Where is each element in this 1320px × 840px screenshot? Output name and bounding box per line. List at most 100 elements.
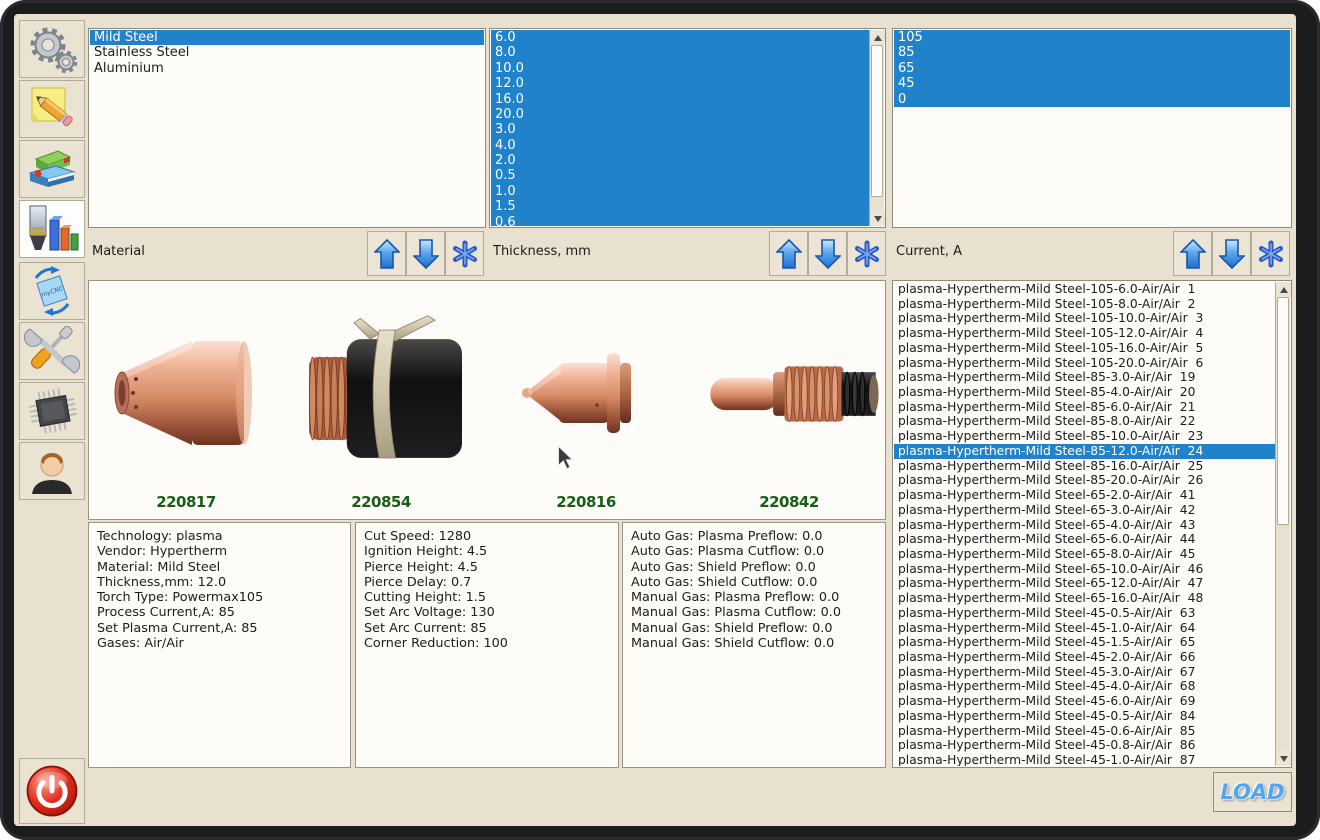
list-item[interactable]: plasma-Hypertherm-Mild Steel-65-2.0-Air/…	[894, 488, 1275, 503]
list-item[interactable]: 0.6	[491, 214, 869, 226]
thickness-down-button[interactable]	[808, 231, 847, 276]
material-select-all-button[interactable]	[445, 231, 484, 276]
list-item[interactable]: Aluminium	[90, 61, 484, 76]
list-item[interactable]: plasma-Hypertherm-Mild Steel-45-0.6-Air/…	[894, 724, 1275, 739]
list-item[interactable]: Mild Steel	[90, 30, 484, 46]
list-item[interactable]: plasma-Hypertherm-Mild Steel-45-2.0-Air/…	[894, 650, 1275, 665]
list-item[interactable]: plasma-Hypertherm-Mild Steel-85-10.0-Air…	[894, 429, 1275, 444]
info-line: Manual Gas: Shield Preflow: 0.0	[631, 620, 833, 636]
list-item[interactable]: 65	[894, 60, 1290, 77]
part-image-electrode	[710, 365, 879, 423]
list-item[interactable]: plasma-Hypertherm-Mild Steel-105-20.0-Ai…	[894, 356, 1275, 371]
sidebar-item-rotate-mycnc[interactable]: myCNC	[19, 262, 85, 320]
tools-icon	[24, 326, 80, 374]
current-select-all-button[interactable]	[1251, 231, 1290, 276]
mouse-cursor	[557, 445, 574, 470]
list-item[interactable]: plasma-Hypertherm-Mild Steel-45-0.5-Air/…	[894, 606, 1275, 621]
list-item[interactable]: 1.5	[491, 199, 869, 215]
scrollbar-thumb[interactable]	[871, 45, 883, 197]
list-item[interactable]: plasma-Hypertherm-Mild Steel-65-4.0-Air/…	[894, 518, 1275, 533]
list-item[interactable]: plasma-Hypertherm-Mild Steel-105-6.0-Air…	[894, 282, 1275, 297]
list-item[interactable]: plasma-Hypertherm-Mild Steel-45-4.0-Air/…	[894, 679, 1275, 694]
cutchart-list[interactable]: plasma-Hypertherm-Mild Steel-105-6.0-Air…	[892, 280, 1292, 768]
list-item[interactable]: plasma-Hypertherm-Mild Steel-105-8.0-Air…	[894, 297, 1275, 312]
list-item[interactable]: plasma-Hypertherm-Mild Steel-45-1.0-Air/…	[894, 753, 1275, 766]
info-line: Manual Gas: Plasma Cutflow: 0.0	[631, 605, 841, 621]
list-item[interactable]: 105	[894, 30, 1290, 46]
sidebar-item-edit-note[interactable]	[19, 80, 85, 138]
sidebar-item-cutcharts[interactable]	[19, 200, 85, 258]
current-up-button[interactable]	[1173, 231, 1212, 276]
list-item[interactable]: 4.0	[491, 137, 869, 153]
list-item[interactable]: plasma-Hypertherm-Mild Steel-45-0.8-Air/…	[894, 738, 1275, 753]
list-item[interactable]: plasma-Hypertherm-Mild Steel-105-10.0-Ai…	[894, 311, 1275, 326]
list-item[interactable]: 8.0	[491, 45, 869, 61]
list-item[interactable]: plasma-Hypertherm-Mild Steel-65-16.0-Air…	[894, 591, 1275, 606]
list-item[interactable]: plasma-Hypertherm-Mild Steel-85-16.0-Air…	[894, 459, 1275, 474]
info-line: Pierce Delay: 0.7	[364, 574, 472, 590]
sidebar-item-user[interactable]	[19, 442, 85, 500]
cutchart-scrollbar	[1275, 282, 1291, 766]
thickness-up-button[interactable]	[769, 231, 808, 276]
list-item[interactable]: 3.0	[491, 122, 869, 138]
list-item[interactable]: 10.0	[491, 60, 869, 77]
info-line: Manual Gas: Plasma Preflow: 0.0	[631, 590, 840, 606]
list-item[interactable]: 6.0	[491, 30, 869, 46]
list-item[interactable]: plasma-Hypertherm-Mild Steel-85-8.0-Air/…	[894, 414, 1275, 429]
list-item[interactable]: plasma-Hypertherm-Mild Steel-85-3.0-Air/…	[894, 370, 1275, 385]
list-item[interactable]: plasma-Hypertherm-Mild Steel-65-10.0-Air…	[894, 562, 1275, 577]
list-item[interactable]: 16.0	[491, 91, 869, 107]
info-line: Thickness,mm: 12.0	[97, 574, 227, 590]
list-item[interactable]: plasma-Hypertherm-Mild Steel-65-12.0-Air…	[894, 576, 1275, 591]
list-item[interactable]: plasma-Hypertherm-Mild Steel-85-4.0-Air/…	[894, 385, 1275, 400]
scroll-up-icon[interactable]	[870, 30, 885, 45]
list-item[interactable]: 12.0	[491, 76, 869, 92]
scroll-down-icon[interactable]	[870, 211, 885, 226]
list-item[interactable]: plasma-Hypertherm-Mild Steel-45-1.5-Air/…	[894, 635, 1275, 650]
list-item[interactable]: plasma-Hypertherm-Mild Steel-45-6.0-Air/…	[894, 694, 1275, 709]
list-item[interactable]: 0.5	[491, 168, 869, 184]
material-rows: Mild Steel Stainless Steel Aluminium	[90, 30, 484, 226]
technology-info-panel: Technology: plasma Vendor: Hypertherm Mate…	[88, 522, 351, 768]
sidebar-item-settings[interactable]	[19, 20, 85, 78]
thickness-select-all-button[interactable]	[847, 231, 886, 276]
list-item[interactable]: plasma-Hypertherm-Mild Steel-85-20.0-Air…	[894, 473, 1275, 488]
list-item[interactable]: plasma-Hypertherm-Mild Steel-105-12.0-Ai…	[894, 326, 1275, 341]
list-item[interactable]: 0	[894, 91, 1290, 107]
material-up-button[interactable]	[367, 231, 406, 276]
list-item[interactable]: Stainless Steel	[90, 45, 484, 60]
list-item[interactable]: 45	[894, 76, 1290, 92]
sidebar-item-hardware[interactable]	[19, 382, 85, 440]
list-item[interactable]: 2.0	[491, 153, 869, 169]
list-item[interactable]: 1.0	[491, 183, 869, 200]
list-item[interactable]: plasma-Hypertherm-Mild Steel-65-6.0-Air/…	[894, 532, 1275, 547]
thickness-scrollbar	[869, 30, 885, 226]
list-item[interactable]: plasma-Hypertherm-Mild Steel-45-3.0-Air/…	[894, 665, 1275, 680]
sidebar-item-tools[interactable]	[19, 322, 85, 380]
scrollbar-thumb[interactable]	[1277, 297, 1289, 525]
thickness-label: Thickness, mm	[493, 244, 591, 259]
list-item[interactable]: plasma-Hypertherm-Mild Steel-65-8.0-Air/…	[894, 547, 1275, 562]
scroll-up-icon[interactable]	[1276, 282, 1291, 297]
list-item[interactable]: plasma-Hypertherm-Mild Steel-45-0.5-Air/…	[894, 709, 1275, 724]
material-buttons	[367, 231, 484, 276]
scroll-down-icon[interactable]	[1276, 751, 1291, 766]
material-down-button[interactable]	[406, 231, 445, 276]
current-list[interactable]: 105 85 65 45 0	[892, 28, 1292, 228]
current-rows: 105 85 65 45 0	[894, 30, 1290, 226]
list-item[interactable]: plasma-Hypertherm-Mild Steel-65-3.0-Air/…	[894, 503, 1275, 518]
list-item[interactable]: 20.0	[491, 106, 869, 123]
sidebar-item-library[interactable]	[19, 140, 85, 198]
list-item[interactable]: plasma-Hypertherm-Mild Steel-85-12.0-Air…	[894, 443, 1275, 459]
info-line: Vendor: Hypertherm	[97, 544, 228, 560]
list-item[interactable]: plasma-Hypertherm-Mild Steel-45-1.0-Air/…	[894, 621, 1275, 636]
list-item[interactable]: plasma-Hypertherm-Mild Steel-105-16.0-Ai…	[894, 341, 1275, 356]
info-line: Manual Gas: Shield Cutflow: 0.0	[631, 636, 835, 652]
list-item[interactable]: plasma-Hypertherm-Mild Steel-85-6.0-Air/…	[894, 400, 1275, 415]
load-button[interactable]: LOAD	[1213, 772, 1292, 812]
thickness-list[interactable]: 6.0 8.0 10.0 12.0 16.0 20.0 3.0 4.0 2.0 0.5 1.0 1.5…	[489, 28, 886, 228]
list-item[interactable]: 85	[894, 45, 1290, 61]
power-button[interactable]	[19, 758, 85, 824]
current-down-button[interactable]	[1212, 231, 1251, 276]
material-list[interactable]: Mild Steel Stainless Steel Aluminium	[88, 28, 486, 228]
